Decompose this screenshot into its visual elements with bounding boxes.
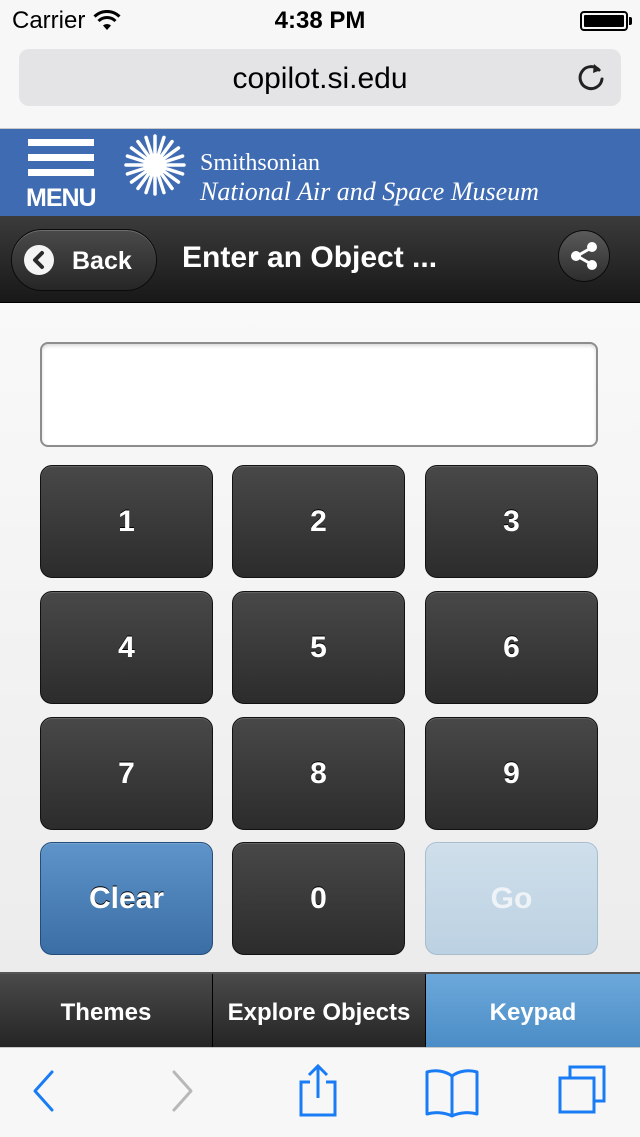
battery-icon (580, 11, 632, 31)
key-2[interactable]: 2 (232, 465, 405, 578)
back-label: Back (72, 247, 132, 275)
key-5[interactable]: 5 (232, 591, 405, 704)
browser-toolbar (0, 1047, 640, 1137)
key-9[interactable]: 9 (425, 717, 598, 830)
smithsonian-sun-logo (124, 134, 186, 196)
keypad-area: 1 2 3 4 5 6 7 8 9 Clear 0 Go (0, 303, 640, 972)
url-field[interactable]: copilot.si.edu (19, 49, 621, 106)
chevron-right-icon[interactable] (170, 1068, 196, 1114)
address-bar: copilot.si.edu (0, 40, 640, 129)
chevron-left-icon[interactable] (30, 1068, 56, 1114)
tab-themes[interactable]: Themes (0, 974, 213, 1049)
menu-icon-bar (28, 154, 94, 161)
museum-name-line1: Smithsonian (200, 150, 321, 176)
bookmarks-icon[interactable] (424, 1066, 480, 1118)
chevron-left-icon (33, 251, 44, 269)
page-toolbar: Back Enter an Object ... (0, 216, 640, 303)
menu-button[interactable]: MENU (26, 139, 98, 212)
clear-button[interactable]: Clear (40, 842, 213, 955)
go-button[interactable]: Go (425, 842, 598, 955)
clock: 4:38 PM (274, 7, 366, 34)
page-title: Enter an Object ... (182, 241, 438, 274)
museum-name-line2: National Air and Space Museum (200, 177, 539, 206)
menu-label: MENU (26, 184, 97, 212)
tab-keypad[interactable]: Keypad (426, 974, 640, 1049)
reload-icon[interactable] (575, 61, 607, 93)
back-icon (24, 245, 54, 275)
tab-explore-objects[interactable]: Explore Objects (213, 974, 426, 1049)
key-7[interactable]: 7 (40, 717, 213, 830)
back-button[interactable]: Back (11, 229, 157, 291)
key-6[interactable]: 6 (425, 591, 598, 704)
tabs-icon[interactable] (556, 1064, 608, 1116)
share-button[interactable] (558, 230, 610, 282)
museum-name[interactable]: Smithsonian National Air and Space Museu… (200, 149, 539, 207)
share-sheet-icon[interactable] (296, 1062, 340, 1118)
menu-icon-bar (28, 169, 94, 176)
battery-fill (584, 15, 624, 27)
key-0[interactable]: 0 (232, 842, 405, 955)
tab-bar: Themes Explore Objects Keypad (0, 972, 640, 1049)
menu-icon (28, 139, 94, 146)
key-3[interactable]: 3 (425, 465, 598, 578)
object-number-input[interactable] (40, 342, 598, 447)
status-bar: Carrier 4:38 PM (0, 0, 640, 40)
url-text: copilot.si.edu (232, 62, 408, 95)
share-icon (571, 242, 597, 270)
key-8[interactable]: 8 (232, 717, 405, 830)
key-1[interactable]: 1 (40, 465, 213, 578)
key-4[interactable]: 4 (40, 591, 213, 704)
